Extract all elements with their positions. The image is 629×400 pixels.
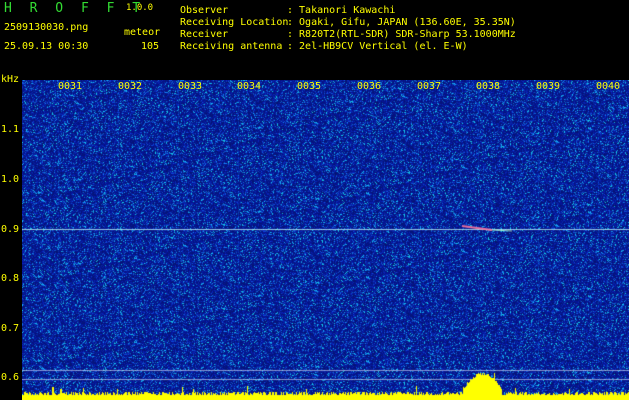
antenna-label: Receiving antenna — [180, 41, 283, 52]
y-tick-label: 1.0 — [1, 174, 20, 185]
brand-title: H R O F F T — [4, 1, 146, 16]
observer-label: Observer — [180, 5, 229, 16]
y-tick-label: 0.7 — [1, 323, 20, 334]
x-tick-label: 0039 — [536, 81, 561, 92]
receiver-label: Receiver — [180, 29, 229, 40]
filename-label: 2509130030.png — [4, 22, 89, 33]
x-tick-label: 0034 — [237, 81, 262, 92]
spectrogram-canvas — [22, 80, 629, 400]
location-value: : Ogaki, Gifu, JAPAN (136.60E, 35.35N) — [287, 17, 516, 28]
x-tick-label: 0035 — [297, 81, 322, 92]
x-tick-label: 0031 — [58, 81, 83, 92]
y-axis-unit: kHz — [1, 74, 20, 85]
x-tick-label: 0033 — [178, 81, 203, 92]
x-tick-label: 0040 — [596, 81, 621, 92]
meteor-count: 105 — [141, 41, 160, 52]
datetime-label: 25.09.13 00:30 — [4, 41, 89, 52]
observer-value: : Takanori Kawachi — [287, 5, 396, 16]
y-tick-label: 0.8 — [1, 273, 20, 284]
antenna-value: : 2el-HB9CV Vertical (el. E-W) — [287, 41, 468, 52]
header-panel: H R O F F T 1.0.0 2509130030.png meteor … — [0, 0, 629, 72]
x-tick-label: 0038 — [476, 81, 501, 92]
location-label: Receiving Location — [180, 17, 289, 28]
y-tick-label: 0.9 — [1, 224, 20, 235]
x-tick-label: 0032 — [118, 81, 143, 92]
x-tick-label: 0037 — [417, 81, 442, 92]
x-tick-label: 0036 — [357, 81, 382, 92]
y-tick-label: 0.6 — [1, 372, 20, 383]
observation-kind: meteor — [124, 27, 161, 38]
y-tick-label: 1.1 — [1, 124, 20, 135]
receiver-value: : R820T2(RTL-SDR) SDR-Sharp 53.1000MHz — [287, 29, 516, 40]
version-label: 1.0.0 — [126, 3, 154, 13]
